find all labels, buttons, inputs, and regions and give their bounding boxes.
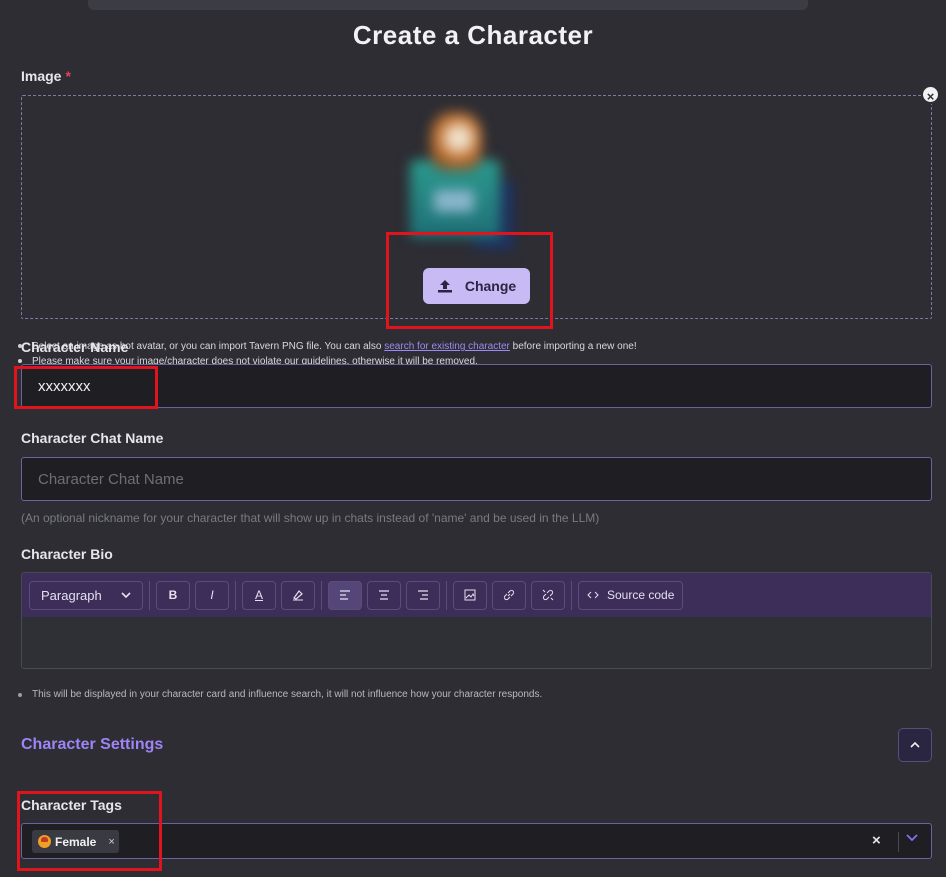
bio-editor-area[interactable]: [22, 617, 931, 668]
editor-toolbar: Paragraph B I A Source code: [22, 573, 931, 617]
unlink-button[interactable]: [531, 580, 565, 610]
separator: [446, 580, 447, 610]
align-right-icon: [418, 590, 428, 600]
avatar-preview: [404, 110, 514, 250]
chat-name-hint: (An optional nickname for your character…: [21, 511, 600, 525]
settings-collapse-button[interactable]: [898, 728, 932, 762]
top-bar: [88, 0, 808, 10]
chat-name-input[interactable]: Character Chat Name: [21, 457, 932, 501]
highlight-box: [17, 791, 162, 871]
code-icon: [587, 591, 599, 599]
character-settings-title[interactable]: Character Settings: [21, 736, 163, 754]
search-existing-link[interactable]: search for existing character: [384, 341, 510, 352]
highlight-box: [386, 232, 553, 329]
source-code-button[interactable]: Source code: [578, 580, 684, 610]
align-left-icon: [340, 590, 350, 600]
separator: [149, 580, 150, 610]
separator: [235, 580, 236, 610]
bio-editor: Paragraph B I A Source code: [21, 572, 932, 669]
required-mark: *: [65, 68, 71, 84]
highlight-color-button[interactable]: [281, 580, 315, 610]
align-center-button[interactable]: [367, 580, 401, 610]
highlighter-icon: [293, 590, 303, 601]
italic-button[interactable]: I: [195, 580, 229, 610]
bold-button[interactable]: B: [156, 580, 190, 610]
clear-tags-button[interactable]: ×: [872, 832, 881, 849]
image-note: Select an image as bot avatar, or you ca…: [18, 339, 912, 354]
unlink-icon: [542, 589, 554, 601]
chevron-down-icon[interactable]: [906, 834, 918, 842]
chat-name-label: Character Chat Name: [21, 430, 164, 446]
bio-label: Character Bio: [21, 546, 113, 562]
chevron-down-icon: [121, 592, 131, 598]
separator: [571, 580, 572, 610]
bio-note: This will be displayed in your character…: [17, 689, 543, 700]
align-center-icon: [379, 590, 389, 600]
insert-link-button[interactable]: [492, 580, 526, 610]
block-format-select[interactable]: Paragraph: [29, 580, 143, 610]
name-label: Character Name: [21, 339, 129, 355]
align-left-button[interactable]: [328, 580, 362, 610]
image-label: Image *: [21, 68, 71, 84]
text-color-button[interactable]: A: [242, 580, 276, 610]
separator: [898, 832, 899, 852]
chevron-up-icon: [910, 742, 920, 748]
link-icon: [503, 589, 515, 601]
page-title: Create a Character: [352, 20, 594, 50]
image-icon: [464, 589, 476, 601]
insert-image-button[interactable]: [453, 580, 487, 610]
highlight-box: [14, 366, 158, 409]
close-icon[interactable]: ×: [921, 85, 940, 104]
align-right-button[interactable]: [406, 580, 440, 610]
separator: [321, 580, 322, 610]
